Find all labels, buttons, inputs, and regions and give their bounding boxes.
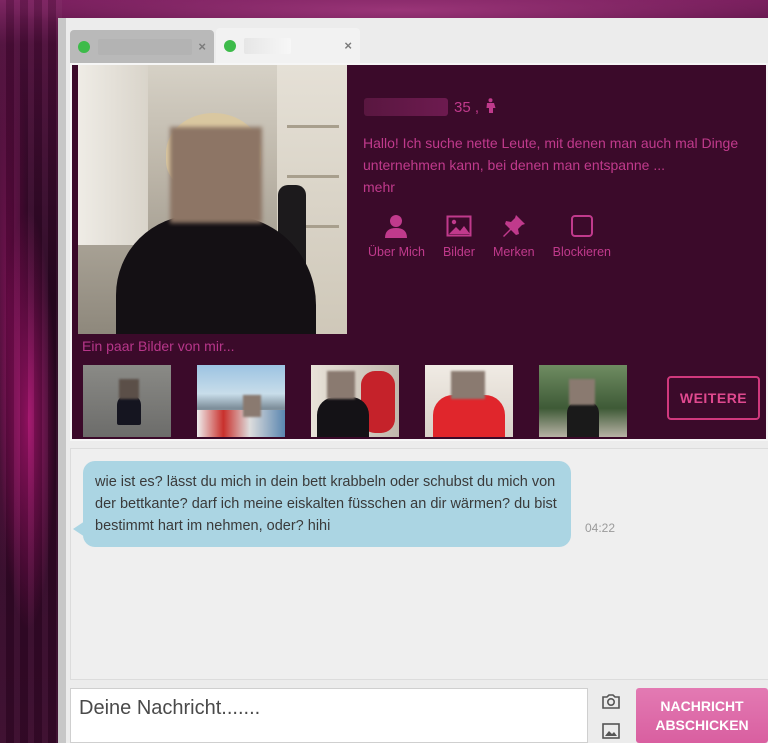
face-blur: [170, 127, 262, 223]
profile-name-redacted: [364, 98, 448, 116]
gallery-label: Ein paar Bilder von mir...: [82, 338, 235, 354]
message-list[interactable]: wie ist es? lässt du mich in dein bett k…: [70, 448, 768, 680]
message-bubble: wie ist es? lässt du mich in dein bett k…: [73, 461, 571, 547]
close-icon[interactable]: ×: [198, 39, 206, 54]
person-icon: [383, 213, 409, 239]
pictures-button[interactable]: Bilder: [443, 213, 475, 259]
photo-gallery: [83, 365, 627, 437]
send-message-button[interactable]: NACHRICHT ABSCHICKEN: [636, 688, 768, 743]
tab-name-redacted: [244, 37, 292, 54]
close-icon[interactable]: ×: [344, 38, 352, 53]
send-button-line-2: ABSCHICKEN: [655, 716, 749, 733]
gallery-photo[interactable]: [197, 365, 285, 437]
action-label: Merken: [492, 245, 535, 259]
profile-actions: Über Mich Bilder Merken Blockieren: [368, 213, 629, 259]
pin-icon: [501, 213, 527, 239]
camera-icon[interactable]: [602, 692, 620, 710]
online-status-dot: [78, 40, 90, 53]
curtain-fold: [0, 0, 62, 743]
send-button-line-1: NACHRICHT: [660, 697, 744, 714]
profile-age: 35 ,: [454, 98, 480, 116]
bio-more-link[interactable]: mehr: [363, 176, 395, 198]
gallery-photo[interactable]: [425, 365, 513, 437]
profile-bio: Hallo! Ich suche nette Leute, mit denen …: [363, 135, 739, 173]
block-button[interactable]: Blockieren: [553, 213, 611, 259]
online-status-dot: [224, 39, 236, 52]
action-label: Blockieren: [552, 245, 611, 259]
more-photos-button[interactable]: WEITERE: [667, 376, 760, 420]
action-label: Bilder: [442, 245, 475, 259]
image-icon: [446, 213, 472, 239]
attachment-icons: [602, 692, 620, 740]
block-icon: [569, 213, 595, 239]
gallery-photo[interactable]: [311, 365, 399, 437]
profile-photo[interactable]: [78, 65, 347, 334]
message-timestamp: 04:22: [585, 521, 616, 535]
bookmark-button[interactable]: Merken: [493, 213, 535, 259]
female-icon: [485, 98, 496, 116]
chat-window: × × 35 , Hallo! Ich suche nette Leute, m…: [58, 18, 768, 743]
action-label: Über Mich: [368, 245, 425, 259]
about-me-button[interactable]: Über Mich: [368, 213, 425, 259]
tab-conversation-2-active[interactable]: ×: [216, 28, 360, 63]
tab-name-redacted: [98, 38, 193, 55]
image-icon[interactable]: [602, 722, 620, 740]
gallery-photo[interactable]: [83, 365, 171, 437]
message-input[interactable]: [70, 688, 588, 743]
message-composer: NACHRICHT ABSCHICKEN: [70, 688, 768, 743]
profile-name-row: 35 ,: [364, 98, 496, 116]
profile-panel: 35 , Hallo! Ich suche nette Leute, mit d…: [70, 63, 768, 441]
tab-conversation-1[interactable]: ×: [70, 30, 214, 63]
gallery-photo[interactable]: [539, 365, 627, 437]
